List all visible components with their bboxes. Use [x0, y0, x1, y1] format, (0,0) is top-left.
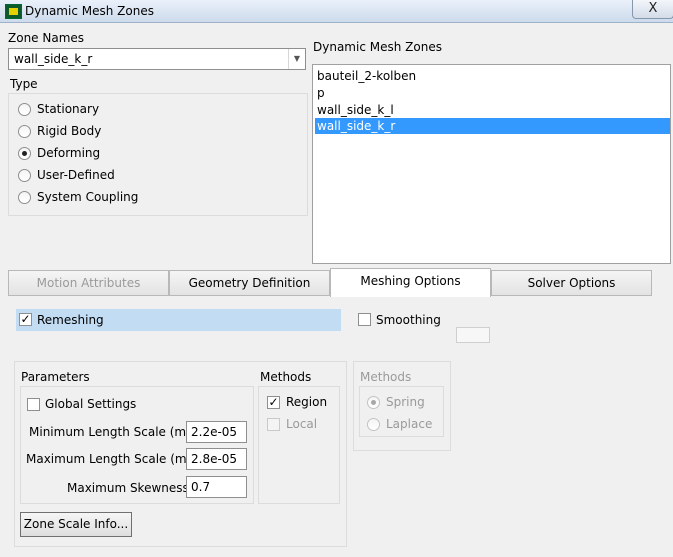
remeshing-checkbox[interactable]: ✓ [19, 313, 32, 326]
smoothing-methods-label: Methods [360, 370, 412, 384]
methods-label: Methods [260, 370, 312, 384]
type-label: Type [10, 77, 38, 91]
dynamic-zones-label: Dynamic Mesh Zones [313, 40, 442, 54]
type-option-label: Stationary [37, 102, 100, 116]
chevron-down-icon[interactable]: ▼ [288, 49, 305, 69]
radio-icon[interactable] [367, 418, 380, 431]
window-title: Dynamic Mesh Zones [25, 4, 154, 18]
zone-scale-info-button[interactable]: Zone Scale Info... [20, 512, 132, 537]
list-item[interactable]: p [315, 85, 670, 101]
local-label: Local [286, 417, 318, 431]
max-skewness-label: Maximum Skewness [67, 481, 189, 495]
radio-icon[interactable] [18, 147, 31, 160]
smoothing-label: Smoothing [376, 313, 441, 327]
min-length-input[interactable]: 2.2e-05 [186, 421, 247, 443]
laplace-label: Laplace [386, 417, 433, 431]
parameters-label: Parameters [21, 370, 90, 384]
global-settings-label: Global Settings [45, 397, 137, 411]
tab-geometry-definition[interactable]: Geometry Definition [169, 270, 330, 295]
zone-names-label: Zone Names [8, 31, 85, 45]
dynamic-zones-list[interactable]: bauteil_2-kolben p wall_side_k_l wall_si… [312, 64, 671, 264]
close-button[interactable]: X [632, 0, 673, 19]
radio-icon[interactable] [18, 125, 31, 138]
spring-label: Spring [386, 395, 425, 409]
close-icon: X [648, 1, 658, 16]
radio-icon[interactable] [367, 396, 380, 409]
min-length-label: Minimum Length Scale (m) [29, 425, 191, 439]
type-option-label: Rigid Body [37, 124, 102, 138]
max-length-label: Maximum Length Scale (m) [26, 452, 192, 466]
global-settings-checkbox[interactable] [27, 398, 40, 411]
smoothing-checkbox[interactable] [358, 313, 371, 326]
title-bar: Dynamic Mesh Zones X [0, 0, 673, 23]
type-group: Stationary Rigid Body Deforming User-Def… [8, 93, 308, 216]
radio-icon[interactable] [18, 169, 31, 182]
max-length-input[interactable]: 2.8e-05 [186, 448, 247, 470]
remeshing-row[interactable]: ✓ Remeshing [16, 309, 341, 331]
max-skewness-input[interactable]: 0.7 [186, 476, 247, 498]
radio-icon[interactable] [18, 191, 31, 204]
tab-solver-options[interactable]: Solver Options [491, 270, 652, 295]
type-option-label: System Coupling [37, 190, 139, 204]
radio-icon[interactable] [18, 103, 31, 116]
type-option-label: Deforming [37, 146, 101, 160]
zone-names-dropdown[interactable]: wall_side_k_r ▼ [8, 48, 306, 70]
remeshing-label: Remeshing [37, 313, 104, 327]
zone-names-value: wall_side_k_r [14, 52, 93, 66]
list-item-selected[interactable]: wall_side_k_r [315, 118, 670, 134]
app-icon [5, 4, 22, 19]
type-option-label: User-Defined [37, 168, 115, 182]
empty-field [456, 327, 490, 343]
region-label: Region [286, 395, 328, 409]
region-checkbox[interactable]: ✓ [267, 396, 280, 409]
local-checkbox[interactable] [267, 418, 280, 431]
tab-motion-attributes[interactable]: Motion Attributes [8, 270, 169, 295]
tab-meshing-options[interactable]: Meshing Options [330, 268, 491, 297]
list-item[interactable]: wall_side_k_l [315, 102, 670, 118]
list-item[interactable]: bauteil_2-kolben [315, 68, 670, 84]
